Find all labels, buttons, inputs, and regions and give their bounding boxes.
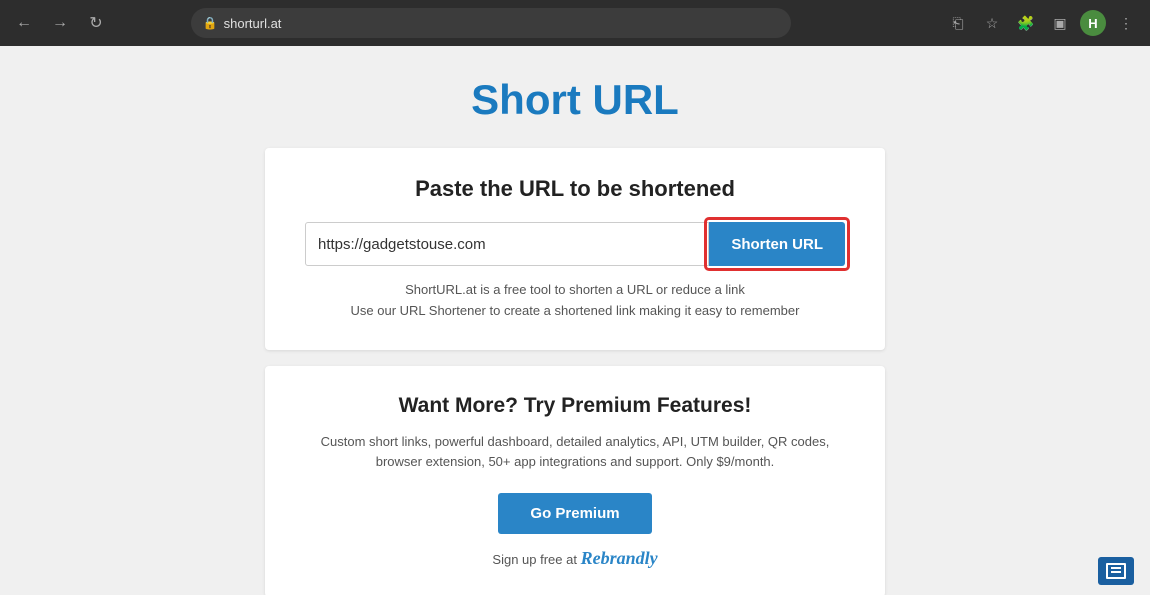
- url-input[interactable]: [305, 222, 709, 266]
- back-button[interactable]: ←: [10, 9, 38, 37]
- reload-button[interactable]: ↻: [82, 9, 110, 37]
- desc-line1: ShortURL.at is a free tool to shorten a …: [405, 282, 745, 297]
- share-icon: ⎗: [952, 15, 963, 32]
- premium-card: Want More? Try Premium Features! Custom …: [265, 366, 885, 595]
- window-icon: ▣: [1053, 15, 1066, 32]
- star-icon: ☆: [986, 15, 999, 32]
- page-title: Short URL: [20, 76, 1130, 124]
- puzzle-icon: 🧩: [1017, 15, 1034, 32]
- extensions-button[interactable]: 🧩: [1012, 9, 1040, 37]
- back-icon: ←: [16, 14, 32, 32]
- address-bar[interactable]: 🔒 shorturl.at: [191, 8, 791, 38]
- signup-prefix: Sign up free at: [492, 552, 580, 567]
- page-content: Short URL Paste the URL to be shortened …: [0, 46, 1150, 595]
- profile-avatar[interactable]: H: [1080, 10, 1106, 36]
- desc-line2: Use our URL Shortener to create a shorte…: [351, 303, 800, 318]
- more-button[interactable]: ⋮: [1112, 9, 1140, 37]
- card-description: ShortURL.at is a free tool to shorten a …: [305, 280, 845, 322]
- reload-icon: ↻: [89, 13, 102, 33]
- browser-actions: ⎗ ☆ 🧩 ▣ H ⋮: [944, 9, 1140, 37]
- rebrandly-logo: Rebrandly: [581, 548, 658, 568]
- more-icon: ⋮: [1119, 15, 1133, 32]
- card-heading: Paste the URL to be shortened: [305, 176, 845, 202]
- url-shortener-card: Paste the URL to be shortened Shorten UR…: [265, 148, 885, 350]
- browser-chrome: ← → ↻ 🔒 shorturl.at ⎗ ☆ 🧩 ▣ H ⋮: [0, 0, 1150, 46]
- signup-text: Sign up free at Rebrandly: [305, 548, 845, 569]
- premium-description: Custom short links, powerful dashboard, …: [305, 432, 845, 474]
- window-toggle-button[interactable]: ▣: [1046, 9, 1074, 37]
- watermark-logo: [1098, 557, 1134, 585]
- url-display: shorturl.at: [224, 16, 282, 31]
- lock-icon: 🔒: [203, 16, 218, 30]
- share-button[interactable]: ⎗: [944, 9, 972, 37]
- url-input-row: Shorten URL: [305, 222, 845, 266]
- bookmark-button[interactable]: ☆: [978, 9, 1006, 37]
- forward-icon: →: [52, 14, 68, 32]
- watermark-icon: [1106, 563, 1126, 579]
- premium-heading: Want More? Try Premium Features!: [305, 394, 845, 418]
- go-premium-button[interactable]: Go Premium: [498, 493, 651, 534]
- forward-button[interactable]: →: [46, 9, 74, 37]
- shorten-button-wrapper: Shorten URL: [709, 222, 845, 266]
- shorten-url-button[interactable]: Shorten URL: [709, 222, 845, 266]
